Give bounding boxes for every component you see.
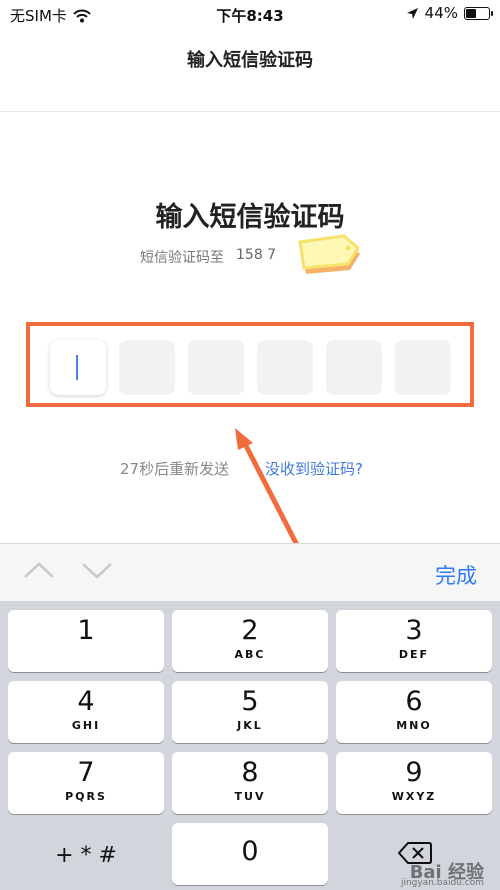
key-digit: 4: [77, 686, 95, 717]
code-digit-box-5[interactable]: [326, 340, 382, 395]
code-digit-box-2[interactable]: [119, 340, 175, 395]
battery-icon: [464, 6, 493, 20]
text-caret: [76, 355, 78, 380]
key-8[interactable]: 8 TUV: [172, 752, 328, 814]
key-letters: DEF: [398, 648, 430, 661]
page-heading: 输入短信验证码: [155, 202, 345, 233]
sms-destination: 短信验证码至 158 7: [140, 247, 276, 267]
code-digit-box-4[interactable]: [257, 340, 313, 395]
tag-sticker-icon: [298, 234, 360, 274]
numeric-keypad: 1 2 ABC 3 DEF 4 GHI 5 JKL 6 MNO 7 PQRS 8…: [0, 601, 500, 890]
key-letters: ABC: [234, 648, 266, 661]
battery-percent: 44%: [424, 4, 458, 22]
key-digit: 5: [241, 686, 259, 717]
key-5[interactable]: 5 JKL: [172, 681, 328, 743]
key-6[interactable]: 6 MNO: [336, 681, 492, 743]
key-digit: 2: [241, 615, 259, 646]
key-letters: WXYZ: [391, 790, 437, 803]
key-4[interactable]: 4 GHI: [8, 681, 164, 743]
status-bar: 无SIM卡 下午8:43 44%: [0, 0, 500, 30]
key-letters: JKL: [237, 719, 263, 732]
key-symbols[interactable]: + * #: [8, 823, 164, 885]
key-letters: GHI: [71, 719, 101, 732]
key-digit: 3: [405, 615, 423, 646]
nav-title: 输入短信验证码: [187, 50, 313, 71]
key-letters: PQRS: [65, 790, 107, 803]
key-digit: + * #: [55, 843, 117, 868]
code-digit-box-1[interactable]: [50, 340, 106, 395]
key-2[interactable]: 2 ABC: [172, 610, 328, 672]
key-0[interactable]: 0: [172, 823, 328, 885]
no-code-link[interactable]: 没收到验证码?: [265, 458, 363, 479]
watermark-url: jingyan.baidu.com: [400, 878, 484, 888]
resend-countdown: 27秒后重新发送: [120, 460, 230, 478]
done-button[interactable]: 完成: [435, 560, 477, 590]
key-digit: 7: [77, 757, 95, 788]
key-digit: 6: [405, 686, 423, 717]
key-1[interactable]: 1: [8, 610, 164, 672]
key-letters: TUV: [234, 790, 266, 803]
sms-prefix: 短信验证码至: [140, 250, 224, 266]
key-digit: 9: [405, 757, 423, 788]
phone-number: 158 7: [236, 247, 277, 263]
keyboard-toolbar: 完成: [0, 543, 500, 601]
chevron-down-icon[interactable]: [80, 558, 114, 582]
key-9[interactable]: 9 WXYZ: [336, 752, 492, 814]
battery-level: [466, 8, 476, 18]
key-3[interactable]: 3 DEF: [336, 610, 492, 672]
key-letters: MNO: [396, 719, 432, 732]
key-digit: 8: [241, 757, 259, 788]
location-arrow-icon: [406, 7, 418, 19]
key-digit: 1: [77, 615, 95, 646]
code-digit-box-6[interactable]: [395, 340, 451, 395]
chevron-up-icon[interactable]: [22, 558, 56, 582]
key-7[interactable]: 7 PQRS: [8, 752, 164, 814]
key-digit: 0: [241, 836, 259, 867]
code-digit-box-3[interactable]: [188, 340, 244, 395]
status-right: 44%: [406, 4, 493, 22]
